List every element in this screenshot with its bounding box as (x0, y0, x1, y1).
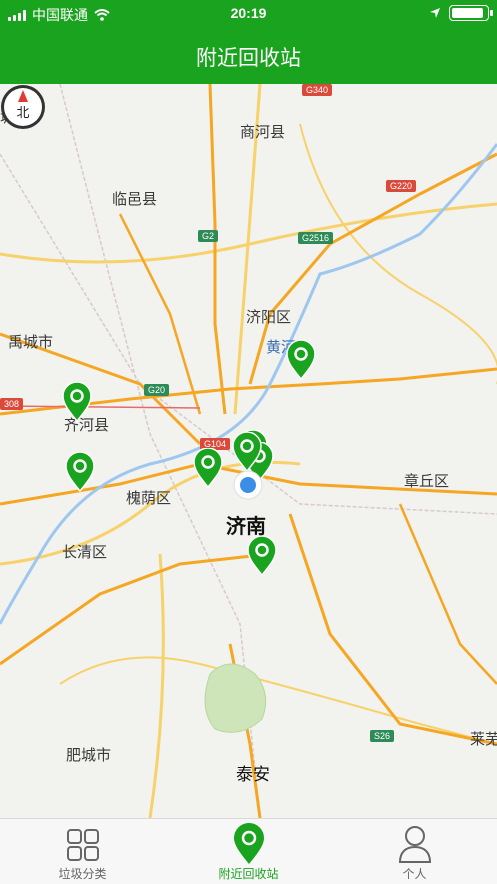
recycle-station-pin-icon[interactable] (193, 448, 223, 488)
compass-label: 北 (16, 105, 29, 120)
road-shield-g340: G340 (302, 84, 333, 96)
recycle-station-pin-icon[interactable] (62, 382, 92, 422)
tab-profile[interactable]: 个人 (332, 819, 497, 884)
recycle-station-pin-icon[interactable] (65, 452, 95, 492)
status-time: 20:19 (230, 5, 267, 21)
road-shield-308: 308 (0, 398, 24, 410)
road-shield-g2: G2 (198, 230, 219, 242)
nav-bar: 附近回收站 (0, 28, 497, 84)
page-title: 附近回收站 (196, 47, 301, 70)
map-label-jinan: 济南 (226, 516, 266, 538)
current-location-marker (233, 470, 263, 500)
recycle-station-pin-icon[interactable] (286, 340, 316, 380)
map-label-yucheng: 禹城市 (8, 334, 54, 351)
map-label-changqing: 长清区 (62, 544, 108, 561)
map-label-huaiyin: 槐荫区 (126, 490, 172, 507)
map-label-zhangqiu: 章丘区 (404, 473, 450, 490)
tab-garbage-sort[interactable]: 垃圾分类 (0, 819, 165, 884)
status-bar: 中国联通 20:19 (0, 0, 497, 28)
tab-label: 个人 (402, 867, 427, 881)
tab-nearby-stations[interactable]: 附近回收站 (166, 819, 331, 884)
person-icon (398, 826, 431, 863)
tab-bar: 垃圾分类 附近回收站 个人 (0, 818, 497, 884)
tab-label: 垃圾分类 (58, 867, 107, 881)
location-arrow-icon (430, 8, 440, 18)
map-label-laiwu: 莱芜 (470, 731, 497, 748)
road-shield-s26: S26 (370, 730, 395, 742)
battery-fill (452, 8, 484, 18)
map-label-feicheng: 肥城市 (66, 747, 112, 764)
road-shield-g2516: G2516 (298, 232, 334, 244)
map-label-jiyang: 济阳区 (246, 309, 292, 326)
location-pin-icon (233, 823, 264, 864)
road-shield-g20: G20 (144, 384, 170, 396)
battery-icon (449, 5, 493, 21)
compass-icon[interactable]: 北 (0, 84, 46, 130)
status-right (429, 5, 493, 21)
tab-label: 附近回收站 (218, 867, 279, 881)
grid-icon (66, 829, 99, 861)
map-label-taian: 泰安 (236, 765, 270, 784)
map-label-shanghe: 商河县 (240, 124, 286, 141)
road-shield-g220: G220 (386, 180, 417, 192)
map-view[interactable]: 城区 商河县 临邑县 济阳区 禹城市 黄河 齐河县 槐荫区 章丘区 济南 长清区… (0, 84, 497, 818)
recycle-station-pin-icon[interactable] (232, 432, 262, 472)
recycle-station-pin-icon[interactable] (247, 536, 277, 576)
map-label-linyi: 临邑县 (112, 191, 158, 208)
